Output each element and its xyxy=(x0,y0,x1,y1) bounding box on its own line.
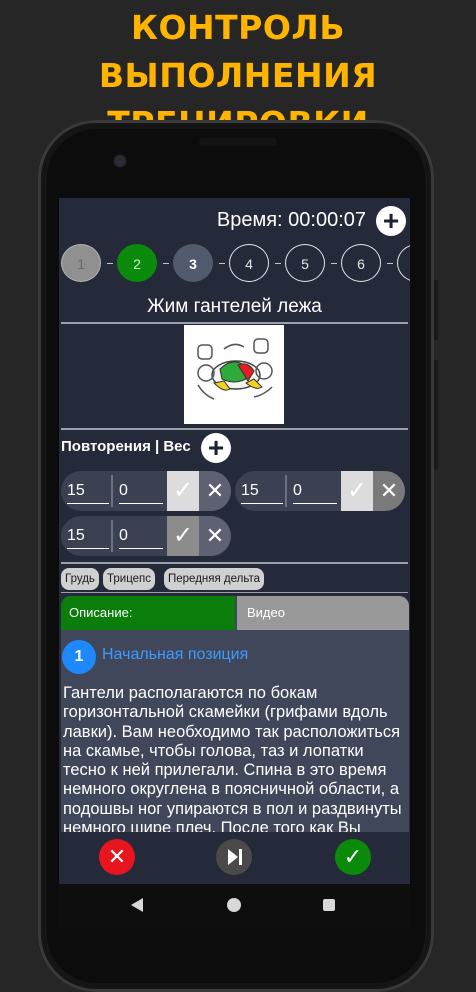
plus-icon: + xyxy=(207,432,225,463)
dumbbell-press-illustration xyxy=(197,338,273,400)
step-connector xyxy=(107,263,113,264)
close-icon: ✕ xyxy=(205,478,225,503)
delete-set-button[interactable]: ✕ xyxy=(199,516,231,556)
weight-input[interactable]: 0 xyxy=(293,481,337,504)
step-connector xyxy=(163,263,169,264)
instruction-text: Гантели располагаются по бокам горизонта… xyxy=(63,684,402,838)
workout-timer: Время: 00:00:07 xyxy=(216,209,366,231)
android-nav-bar xyxy=(59,884,410,928)
confirm-set-button[interactable]: ✓ xyxy=(341,471,373,511)
step-connector xyxy=(387,263,393,264)
checkmark-icon: ✓ xyxy=(172,477,194,504)
set-row: 15 0 ✓ ✕ xyxy=(61,471,231,511)
muscle-tag: Передняя дельта xyxy=(164,568,264,590)
confirm-set-button[interactable]: ✓ xyxy=(167,516,199,556)
step-3[interactable]: 3 xyxy=(173,244,213,282)
exercise-steps: 1 2 3 4 5 6 xyxy=(59,244,410,284)
promo-title-line1: КОНТРОЛЬ ВЫПОЛНЕНИЯ xyxy=(98,8,378,95)
set-row: 15 0 ✓ ✕ xyxy=(61,516,231,556)
cancel-button[interactable]: ✕ xyxy=(99,839,135,875)
set-row: 15 0 ✓ ✕ xyxy=(235,471,405,511)
close-icon: ✕ xyxy=(205,523,225,548)
field-separator xyxy=(285,475,287,507)
confirm-set-button[interactable]: ✓ xyxy=(167,471,199,511)
step-next[interactable] xyxy=(397,244,410,282)
step-connector xyxy=(275,263,281,264)
muscle-tag: Трицепс xyxy=(103,568,156,590)
front-camera xyxy=(114,155,126,167)
action-bar: ✕ ✓ xyxy=(59,832,410,884)
field-separator xyxy=(111,520,113,552)
checkmark-icon: ✓ xyxy=(346,477,368,504)
tab-description[interactable]: Описание: xyxy=(61,596,235,630)
volume-button xyxy=(434,280,438,340)
field-separator xyxy=(111,475,113,507)
reps-input[interactable]: 15 xyxy=(67,526,109,549)
weight-input[interactable]: 0 xyxy=(119,481,163,504)
tab-video[interactable]: Видео xyxy=(237,596,409,630)
muscle-tag: Грудь xyxy=(61,568,99,590)
divider xyxy=(61,322,408,324)
add-time-button[interactable]: + xyxy=(376,206,406,236)
reps-weight-label: Повторения | Вес xyxy=(61,438,191,455)
step-5[interactable]: 5 xyxy=(285,244,325,282)
delete-set-button[interactable]: ✕ xyxy=(373,471,405,511)
instruction-step-badge: 1 xyxy=(62,640,96,674)
skip-button[interactable] xyxy=(216,839,252,875)
delete-set-button[interactable]: ✕ xyxy=(199,471,231,511)
divider xyxy=(61,428,408,430)
speaker xyxy=(199,138,277,146)
reps-input[interactable]: 15 xyxy=(241,481,283,504)
checkmark-icon: ✓ xyxy=(343,844,363,869)
close-icon: ✕ xyxy=(107,844,127,869)
step-4[interactable]: 4 xyxy=(229,244,269,282)
recent-apps-icon[interactable] xyxy=(323,899,335,911)
plus-icon: + xyxy=(382,205,400,236)
exercise-title: Жим гантелей лежа xyxy=(147,296,322,317)
step-connector xyxy=(219,263,225,264)
step-2[interactable]: 2 xyxy=(117,244,157,282)
step-connector xyxy=(331,263,337,264)
reps-input[interactable]: 15 xyxy=(67,481,109,504)
add-set-button[interactable]: + xyxy=(201,433,231,463)
finish-button[interactable]: ✓ xyxy=(335,839,371,875)
instruction-heading: Начальная позиция xyxy=(102,646,249,663)
app-screen: Время: 00:00:07 + 1 2 3 4 5 6 Жим гантел… xyxy=(59,198,410,884)
divider xyxy=(61,562,408,564)
close-icon: ✕ xyxy=(379,478,399,503)
checkmark-icon: ✓ xyxy=(172,522,194,549)
exercise-image xyxy=(184,325,284,424)
step-6[interactable]: 6 xyxy=(341,244,381,282)
divider xyxy=(61,592,408,593)
home-icon[interactable] xyxy=(227,898,241,912)
step-1[interactable]: 1 xyxy=(61,244,101,282)
timer-row: Время: 00:00:07 + xyxy=(59,206,410,236)
weight-input[interactable]: 0 xyxy=(119,526,163,549)
power-button xyxy=(434,360,438,470)
back-icon[interactable] xyxy=(131,898,143,912)
skip-next-icon xyxy=(228,849,242,865)
